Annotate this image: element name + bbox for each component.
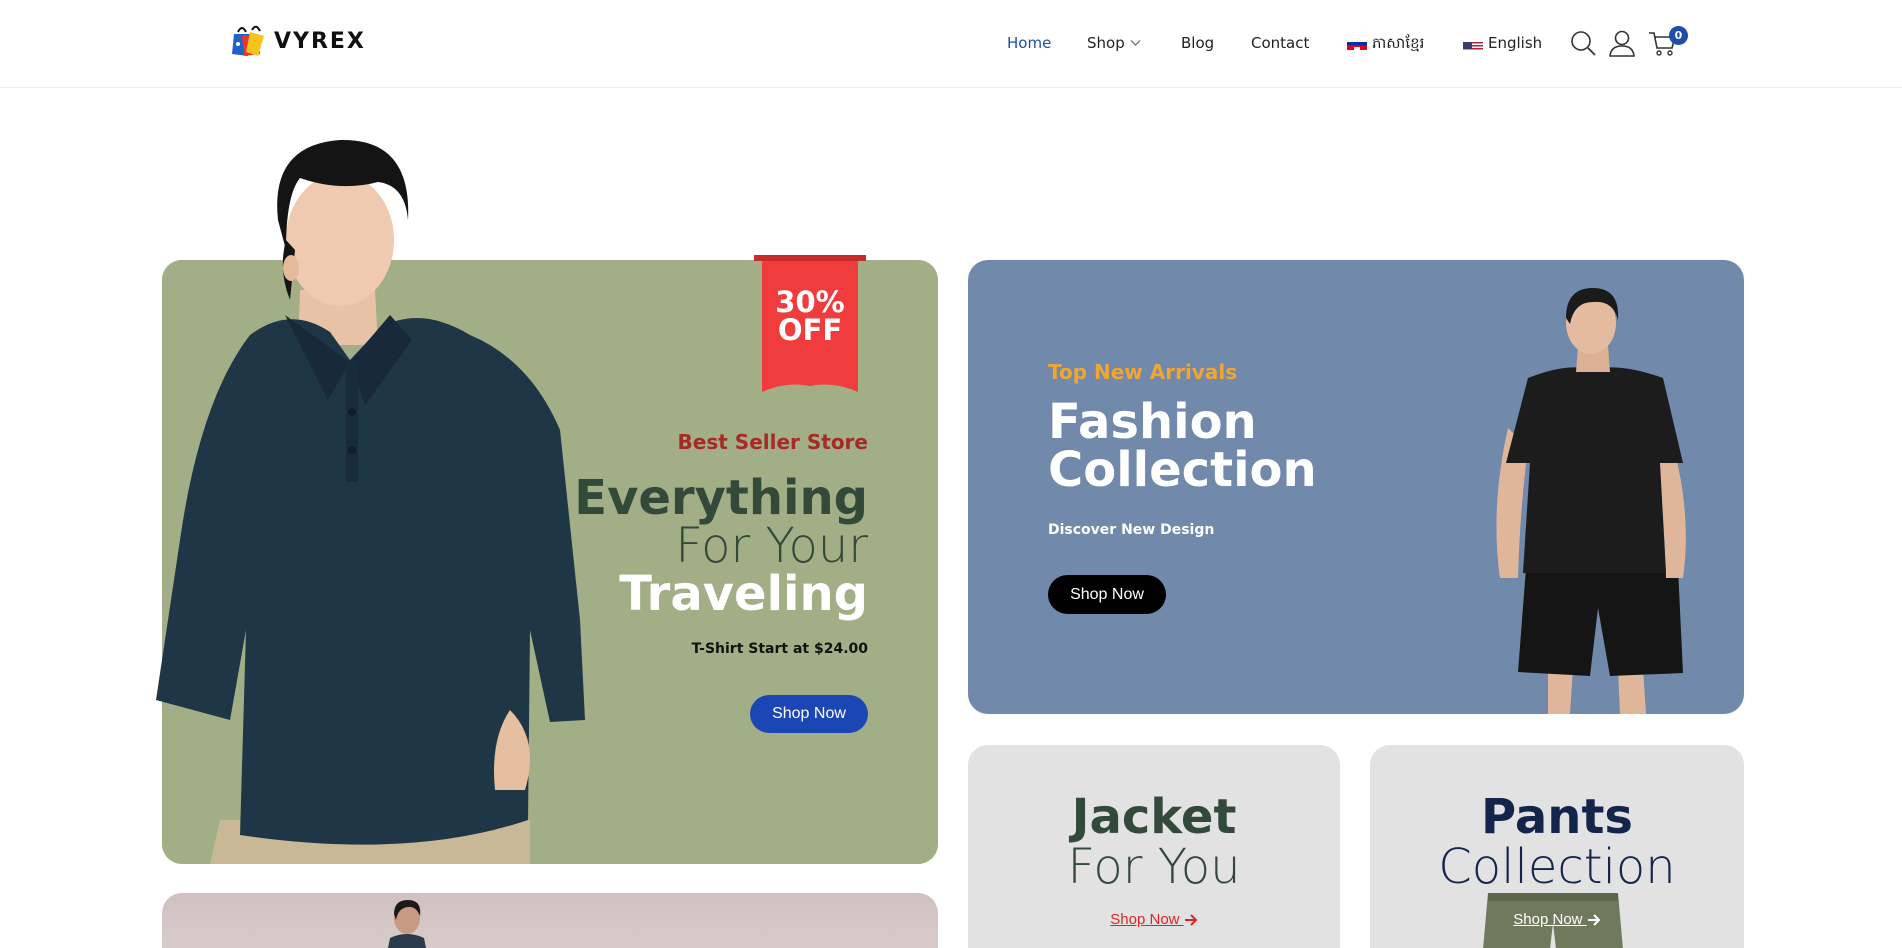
jacket-shop-now-label: Shop Now	[1110, 911, 1180, 928]
hero-right-banner: Top New Arrivals Fashion Collection Disc…	[968, 260, 1744, 714]
hero-right-shop-now-button[interactable]: Shop Now	[1048, 575, 1166, 614]
nav-lang-khmer[interactable]: ភាសាខ្មែរ	[1347, 30, 1424, 56]
cambodia-flag-icon	[1347, 37, 1367, 50]
hero-right-title: Fashion Collection	[1048, 398, 1317, 494]
logo-text: VYREX	[274, 28, 366, 54]
nav-home[interactable]: Home	[1007, 30, 1051, 56]
nav-contact[interactable]: Contact	[1251, 30, 1309, 56]
hero-left-subtitle: Best Seller Store	[677, 430, 868, 454]
nav-home-label: Home	[1007, 34, 1052, 52]
hero-right-description: Discover New Design	[1048, 522, 1215, 538]
chevron-down-icon	[1130, 40, 1141, 46]
logo-bag-icon	[232, 25, 264, 56]
model-bottom-image	[388, 900, 426, 948]
model-polo-image	[156, 139, 585, 864]
nav-blog[interactable]: Blog	[1181, 30, 1214, 56]
hero-right-subtitle: Top New Arrivals	[1048, 360, 1238, 384]
nav-blog-label: Blog	[1181, 34, 1215, 52]
model-tshirt-image	[1496, 288, 1686, 714]
pants-shop-now-link[interactable]: Shop Now	[1370, 911, 1744, 928]
nav-shop[interactable]: Shop	[1087, 30, 1141, 56]
pants-promo-card: Pants Collection Shop Now	[1370, 745, 1744, 948]
pants-title-line1: Pants	[1481, 789, 1633, 845]
us-flag-icon	[1463, 37, 1483, 50]
hero-left-shop-now-button[interactable]: Shop Now	[750, 695, 868, 733]
jacket-promo-card: Jacket For You Shop Now	[968, 745, 1340, 948]
jacket-shop-now-link[interactable]: Shop Now	[968, 911, 1340, 928]
hero-right-title-line2: Collection	[1048, 442, 1317, 498]
discount-ribbon-text: 30% OFF	[754, 285, 866, 347]
arrow-right-icon	[1184, 914, 1198, 926]
pants-title-line2: Collection	[1438, 839, 1676, 895]
site-logo[interactable]: VYREX	[228, 22, 366, 60]
discount-percent: 30%	[775, 285, 845, 319]
nav-shop-label: Shop	[1087, 34, 1125, 52]
site-header: VYREX Home Shop Blog Contact ភាសាខ្មែរ E…	[0, 0, 1902, 88]
hero-left-title-line2: For Your	[675, 518, 868, 574]
nav-contact-label: Contact	[1251, 34, 1310, 52]
arrow-right-icon	[1587, 914, 1601, 926]
discount-off: OFF	[777, 313, 843, 347]
bottom-left-banner	[162, 893, 938, 948]
nav-lang-english[interactable]: English	[1463, 30, 1542, 56]
search-icon[interactable]	[1568, 28, 1598, 58]
hero-left-title-line1: Everything	[574, 470, 868, 526]
hero-right-title-line1: Fashion	[1048, 394, 1257, 450]
cart-count-badge: 0	[1669, 26, 1688, 45]
nav-lang-english-label: English	[1488, 34, 1543, 52]
jacket-title-line1: Jacket	[1071, 789, 1237, 845]
user-icon[interactable]	[1607, 28, 1637, 58]
jacket-title-line2: For You	[1067, 839, 1241, 895]
hero-left-title-line3: Traveling	[619, 566, 868, 622]
nav-lang-khmer-label: ភាសាខ្មែរ	[1372, 34, 1425, 52]
pants-shop-now-label: Shop Now	[1513, 911, 1583, 928]
hero-left-price-text: T-Shirt Start at $24.00	[691, 641, 868, 657]
